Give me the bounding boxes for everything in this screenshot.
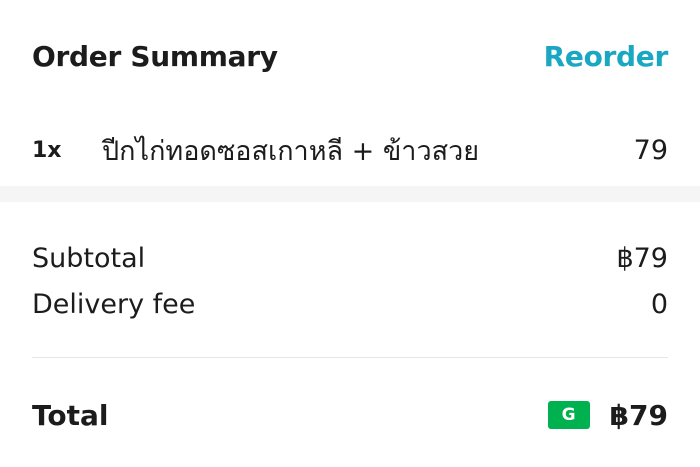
delivery-fee-row: Delivery fee 0 xyxy=(32,284,668,324)
order-item-row: 1x ปีกไก่ทอดซอสเกาหลี + ข้าวสวย 79 xyxy=(32,130,668,170)
subtotal-row: Subtotal ฿79 xyxy=(32,238,668,278)
order-summary-header: Order Summary Reorder xyxy=(32,36,668,76)
subtotal-value: ฿79 xyxy=(616,242,668,274)
page-title: Order Summary xyxy=(32,39,278,73)
subtotal-label: Subtotal xyxy=(32,242,146,274)
item-quantity: 1x xyxy=(32,137,62,163)
section-divider xyxy=(0,186,700,202)
item-name: ปีกไก่ทอดซอสเกาหลี + ข้าวสวย xyxy=(102,135,480,167)
total-amount-group: G ฿79 xyxy=(547,398,668,432)
divider xyxy=(32,357,668,358)
total-value: ฿79 xyxy=(609,398,668,432)
total-row: Total G ฿79 xyxy=(32,394,668,436)
delivery-fee-label: Delivery fee xyxy=(32,288,196,320)
reorder-button[interactable]: Reorder xyxy=(544,40,669,73)
grabpay-icon: G xyxy=(547,401,590,429)
item-price: 79 xyxy=(633,134,668,166)
total-label: Total xyxy=(32,398,109,432)
delivery-fee-value: 0 xyxy=(650,288,668,320)
